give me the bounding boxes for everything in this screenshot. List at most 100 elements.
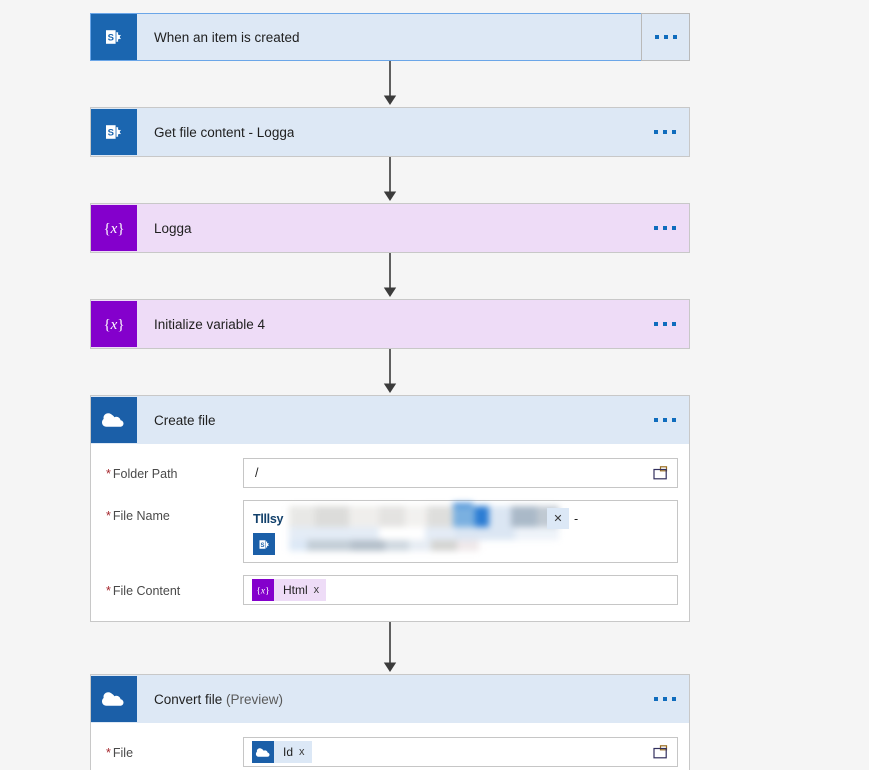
step-header[interactable]: S When an item is created xyxy=(90,13,690,61)
step-header[interactable]: {x} Initialize variable 4 xyxy=(91,300,689,348)
param-label-text: File xyxy=(112,746,134,760)
arrow-down-icon xyxy=(383,157,397,201)
token-label: Id xyxy=(283,745,294,759)
step-header-title-area[interactable]: S When an item is created xyxy=(90,13,641,61)
step-overflow-menu-button[interactable] xyxy=(640,204,689,252)
param-label-file: * File xyxy=(106,737,243,761)
folder-path-input[interactable]: / xyxy=(243,458,678,488)
flow-step-logga[interactable]: {x} Logga xyxy=(90,203,690,253)
step-header[interactable]: Convert file (Preview) xyxy=(91,675,689,723)
step-title: Get file content - Logga xyxy=(137,125,294,140)
step-parameters: * Folder Path / * File Name Tlllsy ✕ - S… xyxy=(91,444,689,621)
ellipsis-icon xyxy=(653,418,676,422)
flow-step-get-file-content-logga[interactable]: S Get file content - Logga xyxy=(90,107,690,157)
variable-icon: {x} xyxy=(91,301,137,347)
flow-designer-canvas: S When an item is created S Get file con… xyxy=(0,0,869,770)
param-row-folder-path: * Folder Path / xyxy=(106,458,678,488)
ellipsis-icon xyxy=(654,35,677,39)
step-overflow-menu-button[interactable] xyxy=(640,675,689,723)
required-asterisk: * xyxy=(106,584,111,598)
variable-icon: {x} xyxy=(91,205,137,251)
step-overflow-menu-button[interactable] xyxy=(640,108,689,156)
flow-connector-5 xyxy=(90,622,690,674)
file-name-trailing-text: - xyxy=(574,512,579,526)
required-asterisk: * xyxy=(106,509,111,523)
svg-text:{x}: {x} xyxy=(103,221,124,237)
folder-picker-icon[interactable] xyxy=(653,745,669,759)
svg-text:{x}: {x} xyxy=(256,587,269,597)
step-header-title-area[interactable]: {x} Initialize variable 4 xyxy=(91,300,640,348)
ellipsis-icon xyxy=(653,130,676,134)
step-header-title-area[interactable]: Create file xyxy=(91,396,640,444)
onedrive-icon xyxy=(91,397,137,443)
step-header[interactable]: Create file xyxy=(91,396,689,444)
token-label: Html xyxy=(283,583,308,597)
sharepoint-icon: S xyxy=(253,533,275,555)
sharepoint-icon: S xyxy=(91,14,137,60)
arrow-down-icon xyxy=(383,61,397,105)
file-name-prefix-text: Tlllsy xyxy=(253,511,284,526)
param-row-file: * File Id x xyxy=(106,737,678,767)
flow-step-create-file[interactable]: Create file * Folder Path / * File Name … xyxy=(90,395,690,622)
token-html[interactable]: {x} Html x xyxy=(252,579,327,601)
variable-icon: {x} xyxy=(252,579,274,601)
remove-token-button[interactable]: x xyxy=(299,741,312,763)
sharepoint-icon: S xyxy=(91,109,137,155)
step-title-text: Get file content - Logga xyxy=(154,124,295,140)
folder-picker-icon[interactable] xyxy=(653,466,669,480)
file-input[interactable]: Id x xyxy=(243,737,678,767)
param-label-text: File Name xyxy=(112,509,170,523)
remove-token-button[interactable]: x xyxy=(314,579,327,601)
step-overflow-menu-button[interactable] xyxy=(641,13,690,61)
flow-step-initialize-variable-4[interactable]: {x} Initialize variable 4 xyxy=(90,299,690,349)
svg-text:{x}: {x} xyxy=(103,317,124,333)
remove-token-button[interactable]: ✕ xyxy=(547,508,569,529)
step-title: When an item is created xyxy=(137,30,300,45)
required-asterisk: * xyxy=(106,467,111,481)
flow-connector-3 xyxy=(90,253,690,299)
step-parameters: * File Id x xyxy=(91,723,689,770)
token-id[interactable]: Id x xyxy=(252,741,312,763)
step-overflow-menu-button[interactable] xyxy=(640,300,689,348)
step-title: Create file xyxy=(137,413,216,428)
step-header[interactable]: {x} Logga xyxy=(91,204,689,252)
file-name-content[interactable]: Tlllsy ✕ - S xyxy=(244,501,677,562)
ellipsis-icon xyxy=(653,322,676,326)
step-title-preview-tag: (Preview) xyxy=(226,691,284,707)
step-title: Convert file (Preview) xyxy=(137,692,283,707)
arrow-down-icon xyxy=(383,622,397,672)
step-header-title-area[interactable]: {x} Logga xyxy=(91,204,640,252)
step-header-title-area[interactable]: S Get file content - Logga xyxy=(91,108,640,156)
file-name-line-2: S xyxy=(253,533,677,555)
param-label-folder-path: * Folder Path xyxy=(106,458,243,482)
svg-text:S: S xyxy=(108,33,114,44)
param-label-file-name: * File Name xyxy=(106,500,243,524)
flow-step-convert-file[interactable]: Convert file (Preview) * File Id x xyxy=(90,674,690,770)
arrow-down-icon xyxy=(383,349,397,393)
arrow-down-icon xyxy=(383,253,397,297)
param-label-text: Folder Path xyxy=(112,467,178,481)
ellipsis-icon xyxy=(653,697,676,701)
file-name-input[interactable]: Tlllsy ✕ - S xyxy=(243,500,678,563)
flow-step-list: S When an item is created S Get file con… xyxy=(90,13,690,770)
onedrive-icon xyxy=(252,741,274,763)
svg-text:S: S xyxy=(260,542,264,548)
step-title-text: Logga xyxy=(154,220,192,236)
ellipsis-icon xyxy=(653,226,676,230)
file-content-input[interactable]: {x} Html x xyxy=(243,575,678,605)
step-overflow-menu-button[interactable] xyxy=(640,396,689,444)
step-header-title-area[interactable]: Convert file (Preview) xyxy=(91,675,640,723)
param-row-file-content: * File Content {x} Html x xyxy=(106,575,678,605)
step-title-text: Create file xyxy=(154,412,216,428)
required-asterisk: * xyxy=(106,746,111,760)
step-title-text: Initialize variable 4 xyxy=(154,316,266,332)
param-row-file-name: * File Name Tlllsy ✕ - S xyxy=(106,500,678,563)
param-label-text: File Content xyxy=(112,584,181,598)
flow-connector-4 xyxy=(90,349,690,395)
step-title-text: When an item is created xyxy=(154,29,300,45)
step-header[interactable]: S Get file content - Logga xyxy=(91,108,689,156)
flow-step-when-an-item-is-created[interactable]: S When an item is created xyxy=(90,13,690,61)
step-title-text: Convert file xyxy=(154,691,223,707)
flow-connector-1 xyxy=(90,61,690,107)
step-title: Initialize variable 4 xyxy=(137,317,265,332)
